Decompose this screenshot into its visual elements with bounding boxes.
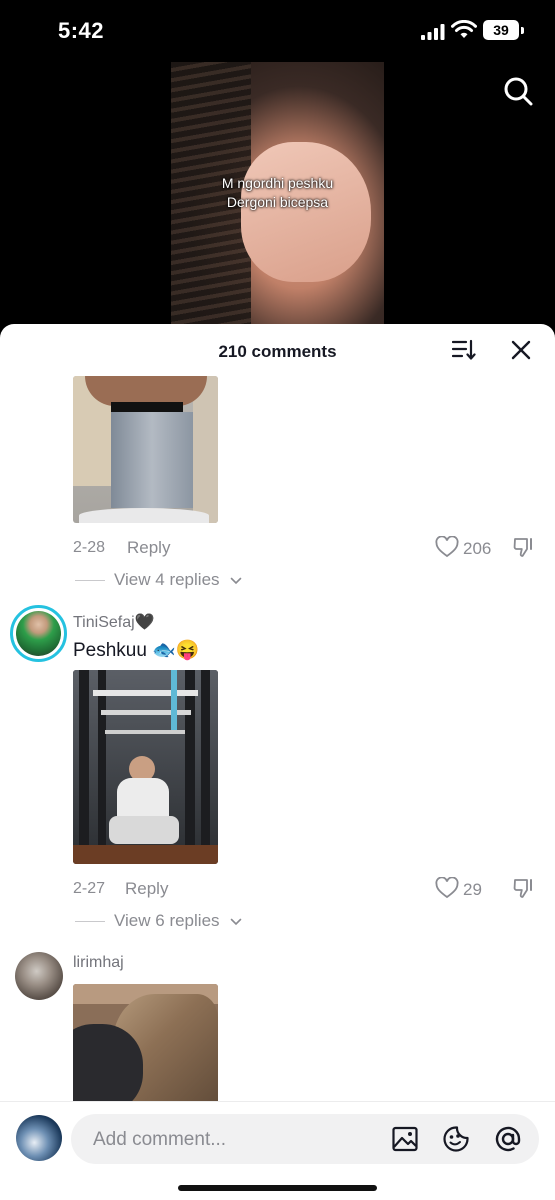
- video-caption-line1: M ngordhi peshku: [221, 175, 334, 191]
- comment-date: 2-28: [73, 539, 106, 556]
- video-caption: M ngordhi peshku Dergoni bicepsa: [171, 174, 384, 212]
- avatar[interactable]: [10, 605, 67, 662]
- divider: [75, 921, 105, 922]
- view-replies-label: View 4 replies: [114, 570, 220, 589]
- home-indicator: [178, 1185, 377, 1191]
- video-preview[interactable]: M ngordhi peshku Dergoni bicepsa: [0, 60, 555, 327]
- emoji-sticker-icon[interactable]: [442, 1125, 470, 1153]
- like-count: 29: [463, 880, 482, 899]
- comment-meta: 2-28 Reply 206: [73, 535, 543, 559]
- close-icon[interactable]: [511, 340, 531, 360]
- video-frame[interactable]: M ngordhi peshku Dergoni bicepsa: [171, 62, 384, 327]
- view-replies-label: View 6 replies: [114, 911, 220, 930]
- mention-icon[interactable]: [494, 1125, 522, 1153]
- comment-photo[interactable]: [73, 376, 218, 523]
- comments-list[interactable]: 2-28 Reply 206 View 4 replies TiniSefaj🖤…: [0, 376, 555, 1101]
- comments-sheet: 210 comments 2-28 Reply 206 View 4 repli…: [0, 324, 555, 1200]
- wifi-icon: [451, 20, 477, 38]
- signal-icon: [421, 24, 445, 40]
- search-icon[interactable]: [503, 76, 533, 106]
- comment-date: 2-27: [73, 880, 106, 897]
- comment-composer: Add comment...: [0, 1101, 555, 1200]
- dislike-icon[interactable]: [512, 877, 536, 899]
- heart-icon: [435, 536, 459, 558]
- like-count: 206: [463, 539, 492, 558]
- comment-username[interactable]: TiniSefaj🖤: [73, 612, 155, 632]
- comment-photo[interactable]: [73, 984, 218, 1101]
- current-user-avatar: [16, 1115, 62, 1161]
- status-bar: 5:42 39: [0, 0, 555, 60]
- comment-photo[interactable]: [73, 670, 218, 864]
- video-caption-line2: Dergoni bicepsa: [226, 194, 329, 210]
- avatar[interactable]: [15, 952, 63, 1000]
- video-thumbnail-hand: [241, 142, 371, 282]
- status-time: 5:42: [58, 18, 105, 43]
- image-icon[interactable]: [391, 1125, 419, 1153]
- reply-button[interactable]: Reply: [127, 538, 170, 558]
- comment-meta: 2-27 Reply 29: [73, 876, 543, 900]
- divider: [75, 580, 105, 581]
- reply-button[interactable]: Reply: [125, 879, 168, 899]
- comment-text: Peshkuu 🐟😝: [73, 640, 200, 661]
- battery-indicator: 39: [483, 20, 524, 40]
- dislike-icon[interactable]: [512, 536, 536, 558]
- sort-icon[interactable]: [452, 339, 476, 361]
- chevron-down-icon: [230, 577, 242, 585]
- comments-header: 210 comments: [0, 324, 555, 376]
- heart-icon: [435, 877, 459, 899]
- chevron-down-icon: [230, 918, 242, 926]
- comment-username[interactable]: lirimhaj: [73, 954, 124, 972]
- comment-input[interactable]: Add comment...: [71, 1114, 539, 1164]
- comment-input-placeholder: Add comment...: [93, 1129, 227, 1150]
